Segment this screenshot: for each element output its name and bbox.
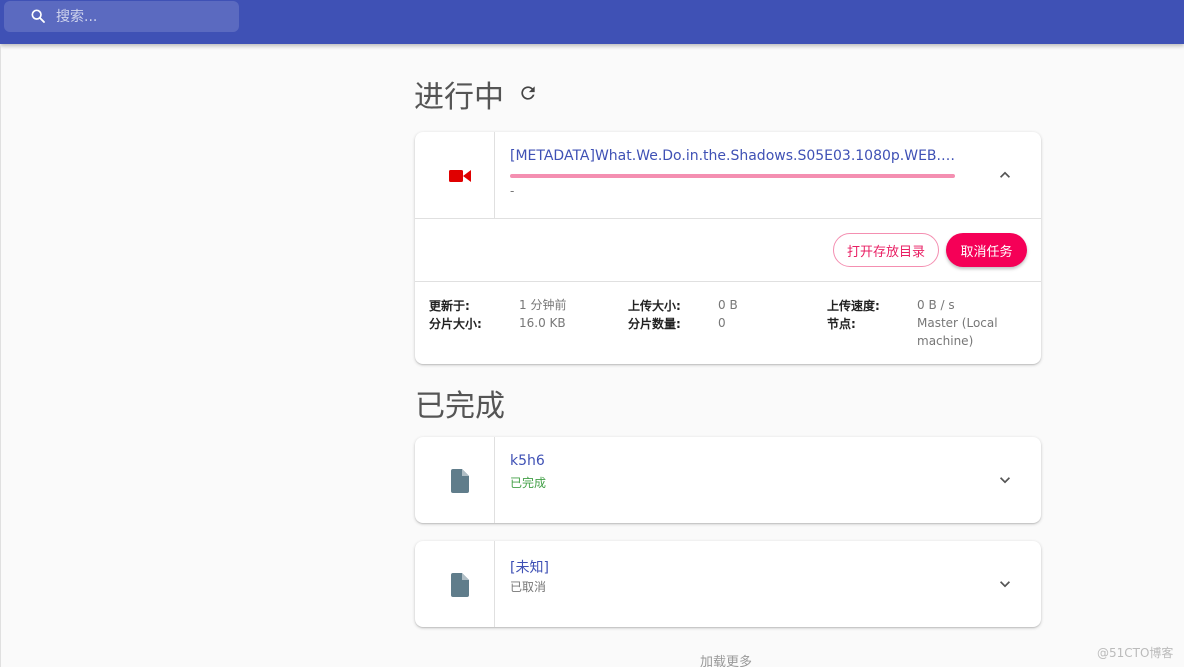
chunk-count-label: 分片数量:	[628, 317, 681, 331]
upload-speed-label: 上传速度:	[827, 299, 880, 313]
chevron-down-icon[interactable]	[995, 574, 1015, 594]
node-label: 节点:	[827, 317, 856, 331]
completed-task-title[interactable]: [未知]	[510, 557, 960, 577]
active-task-status: -	[510, 184, 515, 198]
sidebar-divider	[0, 44, 1, 667]
search-input[interactable]	[56, 1, 236, 32]
active-task-progress-bar	[510, 174, 955, 178]
app-bar	[0, 0, 1184, 44]
active-task-details: 更新于: 1 分钟前 分片大小: 16.0 KB 上传大小: 0 B 分片数量:…	[415, 281, 1041, 364]
chevron-down-icon[interactable]	[995, 470, 1015, 490]
completed-task-icon-column	[415, 437, 495, 523]
chunk-size-label: 分片大小:	[429, 317, 482, 331]
active-task-card: [METADATA]What.We.Do.in.the.Shadows.S05E…	[415, 132, 1041, 364]
load-more-button[interactable]: 加载更多	[700, 651, 752, 667]
completed-title: 已完成	[415, 389, 505, 424]
in-progress-title: 进行中	[414, 80, 504, 115]
search-icon	[31, 9, 45, 23]
chunk-count-value: 0	[718, 316, 726, 330]
node-value-line1: Master (Local	[917, 316, 998, 330]
file-icon	[451, 469, 469, 493]
active-task-actions: 打开存放目录 取消任务	[415, 218, 1041, 281]
completed-task-header[interactable]: [未知] 已取消	[415, 541, 1041, 627]
completed-task-status: 已取消	[510, 580, 547, 594]
updated-value: 1 分钟前	[519, 298, 567, 312]
cancel-task-button[interactable]: 取消任务	[946, 233, 1027, 267]
chunk-size-value: 16.0 KB	[519, 316, 566, 330]
open-folder-button[interactable]: 打开存放目录	[833, 233, 939, 267]
completed-task-status: 已完成	[510, 476, 547, 490]
upload-speed-value: 0 B / s	[917, 298, 955, 312]
upload-size-value: 0 B	[718, 298, 738, 312]
completed-task-icon-column	[415, 541, 495, 627]
active-task-title[interactable]: [METADATA]What.We.Do.in.the.Shadows.S05E…	[510, 148, 960, 164]
completed-task-title[interactable]: k5h6	[510, 453, 960, 469]
completed-task-card: [未知] 已取消	[415, 541, 1041, 627]
refresh-icon[interactable]	[518, 83, 538, 103]
updated-label: 更新于:	[429, 299, 470, 313]
active-task-icon-column	[415, 132, 495, 218]
video-camera-icon	[449, 170, 471, 182]
node-value-line2: machine)	[917, 334, 974, 348]
chevron-up-icon[interactable]	[995, 165, 1015, 185]
active-task-header[interactable]: [METADATA]What.We.Do.in.the.Shadows.S05E…	[415, 132, 1041, 218]
progress-fill	[510, 174, 955, 178]
file-icon	[451, 573, 469, 597]
completed-task-header[interactable]: k5h6 已完成	[415, 437, 1041, 523]
completed-task-card: k5h6 已完成	[415, 437, 1041, 523]
upload-size-label: 上传大小:	[628, 299, 681, 313]
search-box[interactable]	[4, 1, 239, 32]
watermark: @51CTO博客	[1097, 646, 1174, 660]
